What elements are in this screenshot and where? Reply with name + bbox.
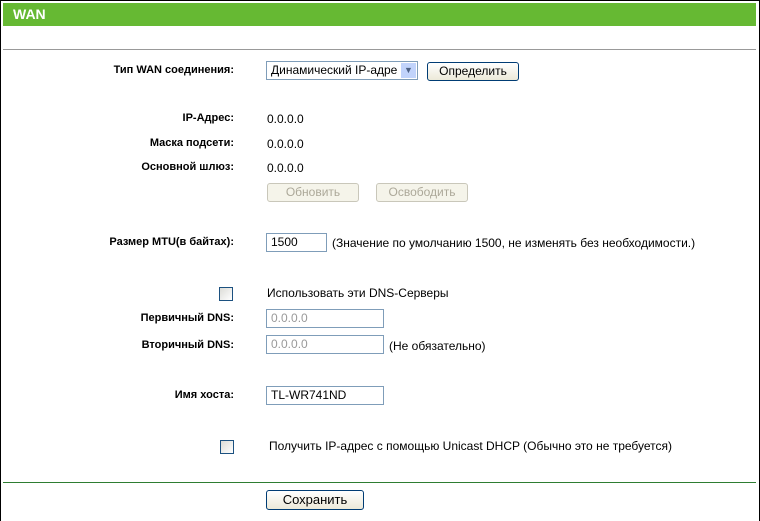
- gateway-label: Основной шлюз:: [141, 161, 234, 173]
- divider: [3, 482, 756, 483]
- mtu-label: Размер MTU(в байтах):: [109, 236, 234, 248]
- detect-button[interactable]: Определить: [427, 62, 519, 81]
- secondary-dns-label: Вторичный DNS:: [141, 339, 234, 351]
- wan-type-label: Тип WAN соединения:: [113, 64, 234, 76]
- ip-value: 0.0.0.0: [267, 112, 304, 126]
- mtu-input[interactable]: 1500: [266, 233, 327, 252]
- use-dns-checkbox[interactable]: [219, 287, 233, 301]
- primary-dns-label: Первичный DNS:: [140, 312, 234, 324]
- chevron-down-icon: ▼: [401, 63, 416, 78]
- mask-value: 0.0.0.0: [267, 137, 304, 151]
- hostname-label: Имя хоста:: [174, 389, 234, 401]
- unicast-dhcp-checkbox[interactable]: [220, 440, 234, 454]
- secondary-dns-input[interactable]: 0.0.0.0: [266, 335, 384, 354]
- secondary-dns-hint: (Не обязательно): [389, 339, 486, 353]
- renew-button[interactable]: Обновить: [267, 183, 359, 202]
- mask-label: Маска подсети:: [149, 137, 234, 149]
- primary-dns-input[interactable]: 0.0.0.0: [266, 309, 384, 328]
- page-title: WAN: [3, 3, 756, 26]
- wan-type-select[interactable]: Динамический IP-адре ▼: [266, 61, 418, 80]
- ip-label: IP-Адрес:: [182, 112, 234, 124]
- release-button[interactable]: Освободить: [376, 183, 468, 202]
- wan-type-value: Динамический IP-адре: [271, 63, 398, 77]
- unicast-dhcp-label: Получить IP-адрес с помощью Unicast DHCP…: [269, 439, 673, 453]
- gateway-value: 0.0.0.0: [267, 161, 304, 175]
- save-button[interactable]: Сохранить: [266, 490, 364, 510]
- divider: [3, 49, 756, 50]
- use-dns-label: Использовать эти DNS-Серверы: [267, 286, 449, 300]
- mtu-hint: (Значение по умолчанию 1500, не изменять…: [332, 236, 696, 250]
- hostname-input[interactable]: TL-WR741ND: [266, 386, 384, 405]
